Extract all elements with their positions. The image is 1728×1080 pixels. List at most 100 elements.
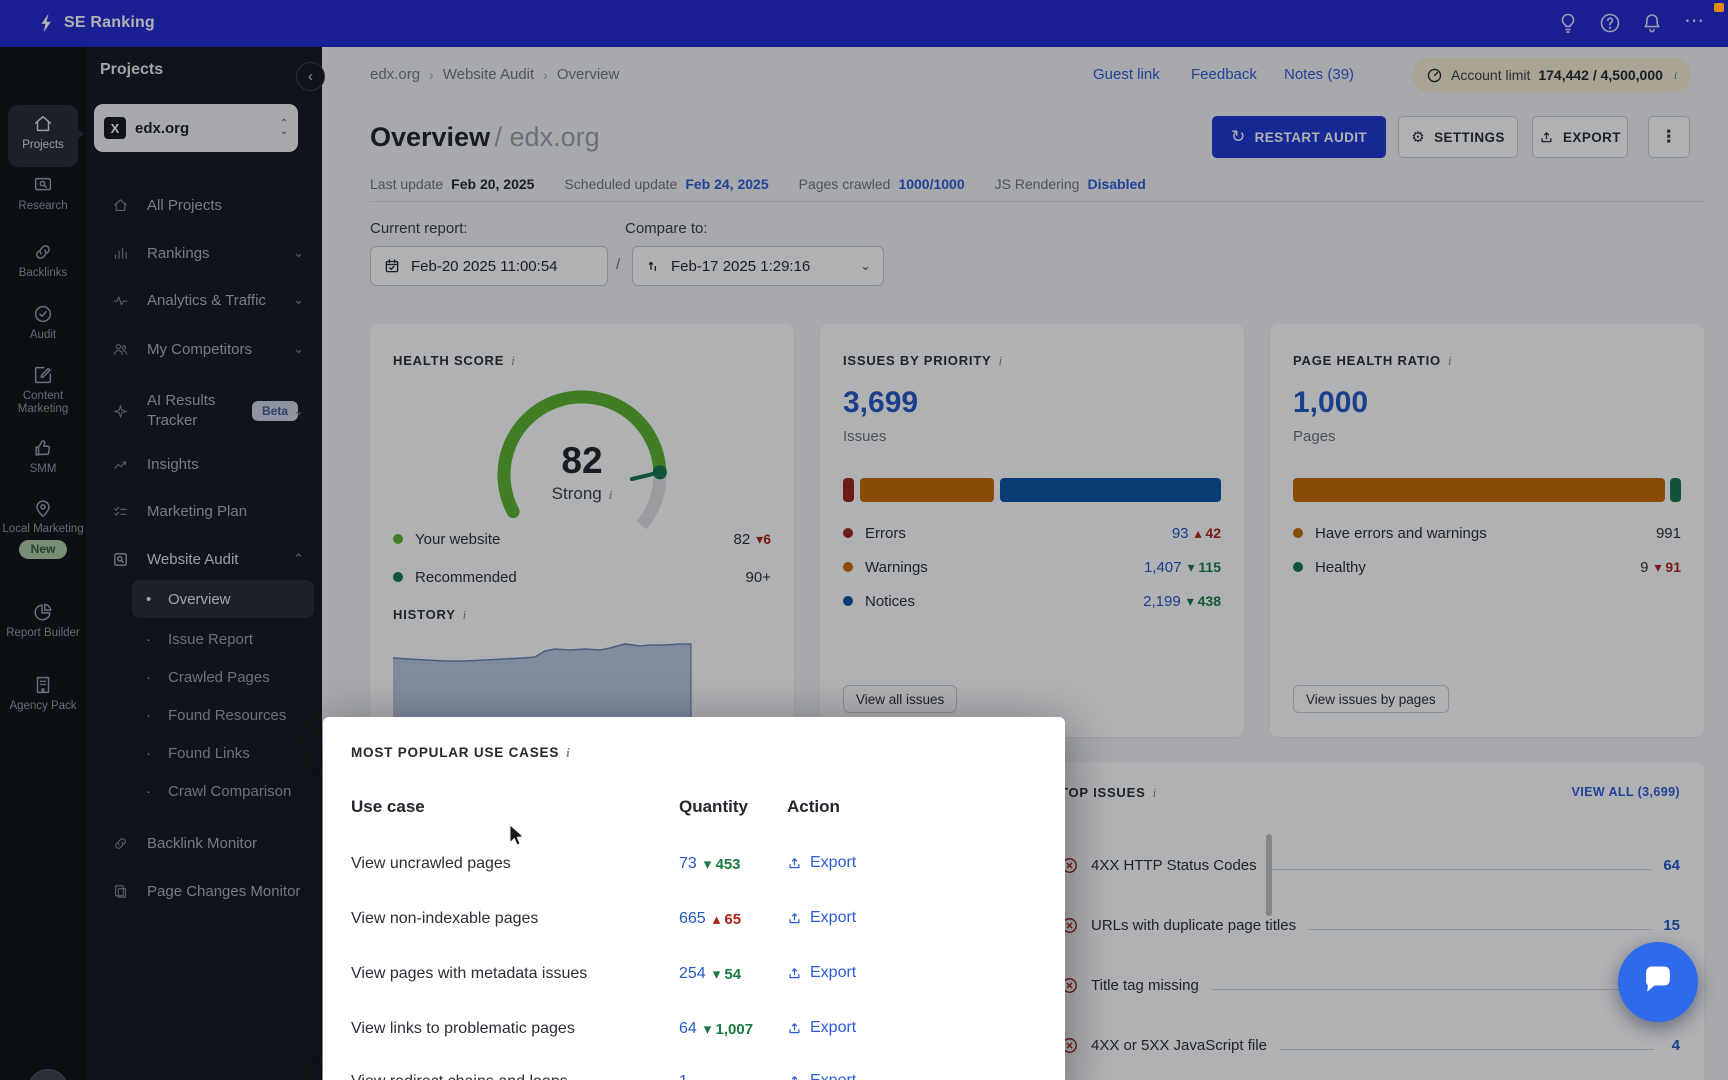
submenu-item-issue-report[interactable]: · Issue Report	[86, 628, 322, 650]
sidebar-collapse-button[interactable]: ‹	[296, 62, 325, 91]
chat-bubble-icon	[1639, 961, 1677, 1004]
export-link[interactable]: Export	[787, 854, 856, 872]
meta-scheduled-update: Scheduled updateFeb 24, 2025	[564, 176, 768, 194]
blue-dot-icon	[843, 596, 853, 606]
chevron-up-icon[interactable]: ⌃	[293, 551, 304, 567]
compare-report-picker[interactable]: Feb-17 2025 1:29:16 ⌄	[632, 246, 884, 286]
sidebar-item-all-projects[interactable]: All Projects	[86, 192, 322, 218]
issues-total: 3,699	[843, 386, 918, 420]
scrollbar-thumb[interactable]	[1266, 834, 1272, 916]
export-link[interactable]: Export	[787, 909, 856, 927]
current-report-picker[interactable]: Feb-20 2025 11:00:54	[370, 246, 608, 286]
ratio-title: PAGE HEALTH RATIOi	[1293, 352, 1452, 370]
top-issue-row[interactable]: Title tag missing	[1060, 974, 1680, 996]
sidebar-item-my-competitors[interactable]: My Competitors ⌄	[86, 336, 322, 362]
kebab-menu-button[interactable]: ⋮	[1648, 116, 1690, 158]
restart-audit-button[interactable]: ↻ RESTART AUDIT	[1212, 116, 1386, 158]
chevron-down-icon[interactable]: ⌄	[293, 341, 304, 357]
info-icon: i	[999, 353, 1003, 368]
top-issue-row[interactable]: 4XX or 5XX JavaScript file 4	[1060, 1034, 1680, 1056]
chevron-down-icon: ⌄	[860, 258, 871, 274]
submenu-item-overview[interactable]: • Overview	[86, 588, 322, 610]
restart-icon: ↻	[1231, 127, 1246, 147]
column-use-case: Use case	[351, 797, 425, 817]
rail-item-local-marketing[interactable]: Local Marketing New	[0, 497, 86, 559]
pulse-icon	[112, 292, 129, 309]
meta-js-rendering[interactable]: JS RenderingDisabled	[995, 176, 1146, 194]
new-badge: New	[19, 540, 68, 559]
export-link[interactable]: Export	[787, 1072, 856, 1080]
mouse-cursor	[506, 824, 528, 853]
breadcrumb-project[interactable]: edx.org	[370, 66, 420, 83]
more-menu-icon[interactable]: ⋯	[1684, 8, 1708, 32]
guest-link[interactable]: Guest link	[1093, 66, 1160, 83]
top-bar: SE Ranking ⋯	[0, 0, 1728, 47]
sidebar-title: Projects	[100, 61, 163, 79]
rail-item-report-builder[interactable]: Report Builder	[0, 601, 86, 640]
top-issue-row[interactable]: URLs with duplicate page titles 15	[1060, 914, 1680, 936]
sidebar-item-marketing-plan[interactable]: Marketing Plan	[86, 498, 322, 524]
sidebar-item-rankings[interactable]: Rankings ⌄	[86, 240, 322, 266]
help-icon[interactable]	[1598, 11, 1622, 35]
report-builder-pie-icon	[32, 601, 54, 623]
account-limit-chip[interactable]: Account limit 174,442 / 4,500,000 i	[1412, 58, 1691, 92]
rail-item-audit[interactable]: Audit	[0, 303, 86, 342]
chat-launcher-button[interactable]	[1618, 942, 1698, 1022]
settings-button[interactable]: ⚙ SETTINGS	[1398, 116, 1518, 158]
feedback-link[interactable]: Feedback	[1191, 66, 1257, 83]
projects-home-icon	[32, 113, 54, 135]
submenu-item-crawl-comparison[interactable]: · Crawl Comparison	[86, 780, 322, 802]
sidebar-item-analytics-traffic[interactable]: Analytics & Traffic ⌄	[86, 287, 322, 313]
rail-item-research[interactable]: Research	[0, 174, 86, 213]
compare-to-label: Compare to:	[625, 220, 708, 237]
notifications-bell-icon[interactable]	[1640, 11, 1664, 35]
export-link[interactable]: Export	[787, 1019, 856, 1037]
sidebar-item-backlink-monitor[interactable]: Backlink Monitor	[86, 830, 322, 856]
view-issues-by-pages-button[interactable]: View issues by pages	[1293, 685, 1449, 713]
export-link[interactable]: Export	[787, 964, 856, 982]
upload-icon	[787, 966, 802, 981]
legend-row-warnings: Warnings 1,407▾ 115	[843, 556, 1221, 578]
view-all-link[interactable]: VIEW ALL (3,699)	[1571, 785, 1680, 799]
submenu-item-found-links[interactable]: · Found Links	[86, 742, 322, 764]
top-issue-row[interactable]: 4XX HTTP Status Codes 64	[1060, 854, 1680, 876]
smm-thumbs-up-icon	[32, 437, 54, 459]
chevron-down-icon[interactable]: ⌄	[293, 245, 304, 261]
sidebar-item-website-audit[interactable]: Website Audit ⌃	[86, 546, 322, 572]
meta-pages-crawled[interactable]: Pages crawled1000/1000	[799, 176, 965, 194]
export-button[interactable]: EXPORT	[1532, 116, 1628, 158]
submenu-item-crawled-pages[interactable]: · Crawled Pages	[86, 666, 322, 688]
submenu-item-found-resources[interactable]: · Found Resources	[86, 704, 322, 726]
leader-line	[1279, 1048, 1654, 1050]
chevron-down-icon[interactable]: ⌄	[293, 403, 304, 419]
notes-link[interactable]: Notes (39)	[1284, 66, 1354, 83]
rail-item-smm[interactable]: SMM	[0, 437, 86, 476]
sidebar-item-ai-results-tracker[interactable]: AI Results Tracker Beta ⌄	[86, 387, 322, 435]
se-ranking-logo-icon[interactable]	[36, 12, 58, 39]
view-all-issues-button[interactable]: View all issues	[843, 685, 957, 713]
breadcrumb-section[interactable]: Website Audit	[443, 66, 534, 83]
rail-item-agency-pack[interactable]: Agency Pack	[0, 674, 86, 713]
rail-item-projects[interactable]: Projects	[0, 113, 86, 152]
health-score-card: HEALTH SCOREi 82 Strongi Your website 82…	[370, 324, 794, 737]
column-quantity: Quantity	[679, 797, 748, 817]
chevron-down-icon[interactable]: ⌄	[293, 292, 304, 308]
current-report-value: Feb-20 2025 11:00:54	[411, 258, 558, 275]
info-icon: i	[566, 745, 570, 760]
errors-bar-segment	[843, 478, 854, 502]
sidebar-item-page-changes-monitor[interactable]: Page Changes Monitor	[86, 878, 322, 904]
warnings-bar-segment	[860, 478, 994, 502]
user-avatar[interactable]: DA	[28, 1069, 68, 1080]
red-dot-icon	[843, 528, 853, 538]
rail-item-backlinks[interactable]: Backlinks	[0, 241, 86, 280]
recording-indicator	[1714, 3, 1724, 12]
theme-icon[interactable]	[1556, 11, 1580, 35]
legend-row-errors-warnings: Have errors and warnings 991	[1293, 522, 1681, 544]
rail-item-content-marketing[interactable]: Content Marketing	[0, 364, 86, 416]
sidebar-item-insights[interactable]: Insights	[86, 451, 322, 477]
upload-icon	[1539, 130, 1554, 145]
speedometer-icon	[1426, 67, 1443, 84]
modal-title: MOST POPULAR USE CASESi	[351, 745, 571, 761]
info-icon: i	[609, 487, 613, 502]
project-selector[interactable]: X edx.org ⌃⌄	[94, 104, 298, 152]
